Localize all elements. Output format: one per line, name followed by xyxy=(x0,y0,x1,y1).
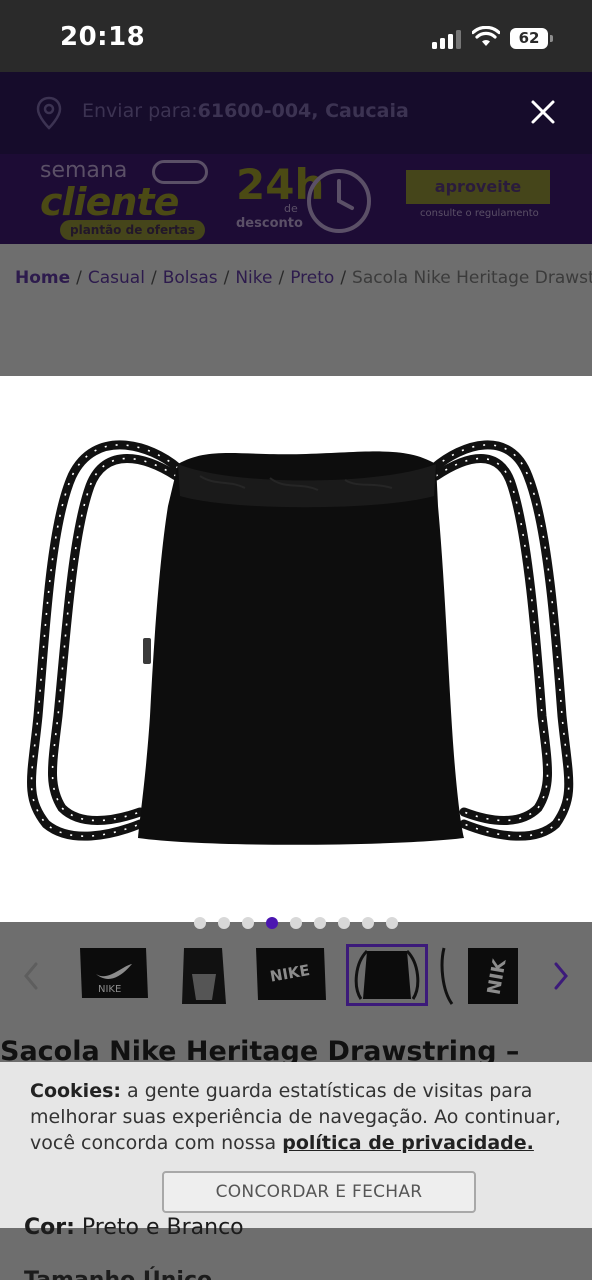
location-pin-icon xyxy=(36,96,62,130)
product-gallery[interactable] xyxy=(0,354,592,944)
battery-icon: 62 xyxy=(510,28,553,49)
shipping-cep: 61600-004, Caucaia xyxy=(197,100,409,122)
shipping-text[interactable]: Enviar para:61600-004, Caucaia xyxy=(82,100,409,122)
breadcrumb: Home / Casual / Bolsas / Nike / Preto / Sacola Nik… xyxy=(0,244,592,354)
shipping-label: Enviar para: xyxy=(82,100,198,122)
promo-banner[interactable]: semana cliente plantão de ofertas 24h de… xyxy=(0,154,592,244)
chevron-right-icon[interactable] xyxy=(546,956,576,996)
carousel-dot[interactable] xyxy=(266,916,278,929)
carousel-dot[interactable] xyxy=(386,916,398,929)
cookie-accept-button[interactable]: CONCORDAR E FECHAR xyxy=(162,1171,476,1213)
thumbnail-strip: NIKE NIKE NIK xyxy=(0,944,592,1008)
breadcrumb-separator: / xyxy=(223,268,230,288)
product-color-label: Cor: xyxy=(24,1215,75,1240)
privacy-policy-link[interactable]: política de privacidade. xyxy=(282,1132,534,1154)
breadcrumb-separator: / xyxy=(150,268,157,288)
carousel-dot[interactable] xyxy=(362,916,374,929)
product-image[interactable] xyxy=(0,376,592,922)
product-color-value: Preto e Branco xyxy=(81,1215,244,1240)
promo-cliente: cliente xyxy=(40,180,179,224)
product-size: Tamanho Único xyxy=(24,1268,212,1280)
breadcrumb-bolsas[interactable]: Bolsas xyxy=(163,268,218,288)
breadcrumb-casual[interactable]: Casual xyxy=(88,268,145,288)
status-bar: 20:18 62 xyxy=(0,0,592,72)
cookie-title: Cookies: xyxy=(30,1080,121,1102)
breadcrumb-line: Home / Casual / Bolsas / Nike / Preto / Sacola Nik… xyxy=(15,268,592,288)
promo-plantao-badge: plantão de ofertas xyxy=(60,220,206,240)
breadcrumb-current: Sacola Nike Heritage Drawstring xyxy=(352,268,592,288)
breadcrumb-nike[interactable]: Nike xyxy=(235,268,272,288)
carousel-dot[interactable] xyxy=(218,916,230,929)
carousel-dots[interactable] xyxy=(0,912,592,930)
promo-de: de xyxy=(284,202,298,215)
thumbnail-2[interactable] xyxy=(162,944,244,1006)
clock-icon xyxy=(307,169,371,233)
shipping-bar[interactable]: Enviar para:61600-004, Caucaia xyxy=(0,72,592,154)
breadcrumb-separator: / xyxy=(76,268,82,288)
carousel-dot[interactable] xyxy=(338,916,350,929)
cookie-banner: Cookies: a gente guarda estatísticas de … xyxy=(0,1062,592,1228)
promo-aproveite-button[interactable]: aproveite xyxy=(406,170,550,204)
promo-regulamento[interactable]: consulte o regulamento xyxy=(420,208,539,219)
wifi-icon xyxy=(472,26,500,46)
breadcrumb-home[interactable]: Home xyxy=(15,268,70,288)
carousel-dot[interactable] xyxy=(290,916,302,929)
promo-desconto: desconto xyxy=(236,216,303,231)
close-icon[interactable] xyxy=(526,95,560,129)
status-time: 20:18 xyxy=(60,22,146,52)
breadcrumb-separator: / xyxy=(340,268,347,288)
carousel-dot[interactable] xyxy=(194,916,206,929)
thumbnail-5[interactable]: NIK xyxy=(440,944,522,1006)
carousel-dot[interactable] xyxy=(242,916,254,929)
drawstring-bag-image xyxy=(27,440,574,845)
breadcrumb-separator: / xyxy=(278,268,285,288)
svg-text:NIKE: NIKE xyxy=(98,984,121,995)
thumbnail-3[interactable]: NIKE xyxy=(252,944,334,1006)
cellular-signal-icon xyxy=(432,29,462,49)
product-color: Cor: Preto e Branco xyxy=(24,1215,244,1240)
chevron-left-icon[interactable] xyxy=(16,956,46,996)
thumbnail-4-active[interactable] xyxy=(346,944,428,1006)
cookie-text: Cookies: a gente guarda estatísticas de … xyxy=(30,1078,570,1156)
thumbnail-1[interactable]: NIKE xyxy=(72,944,154,1006)
carousel-dot[interactable] xyxy=(314,916,326,929)
breadcrumb-preto[interactable]: Preto xyxy=(290,268,334,288)
